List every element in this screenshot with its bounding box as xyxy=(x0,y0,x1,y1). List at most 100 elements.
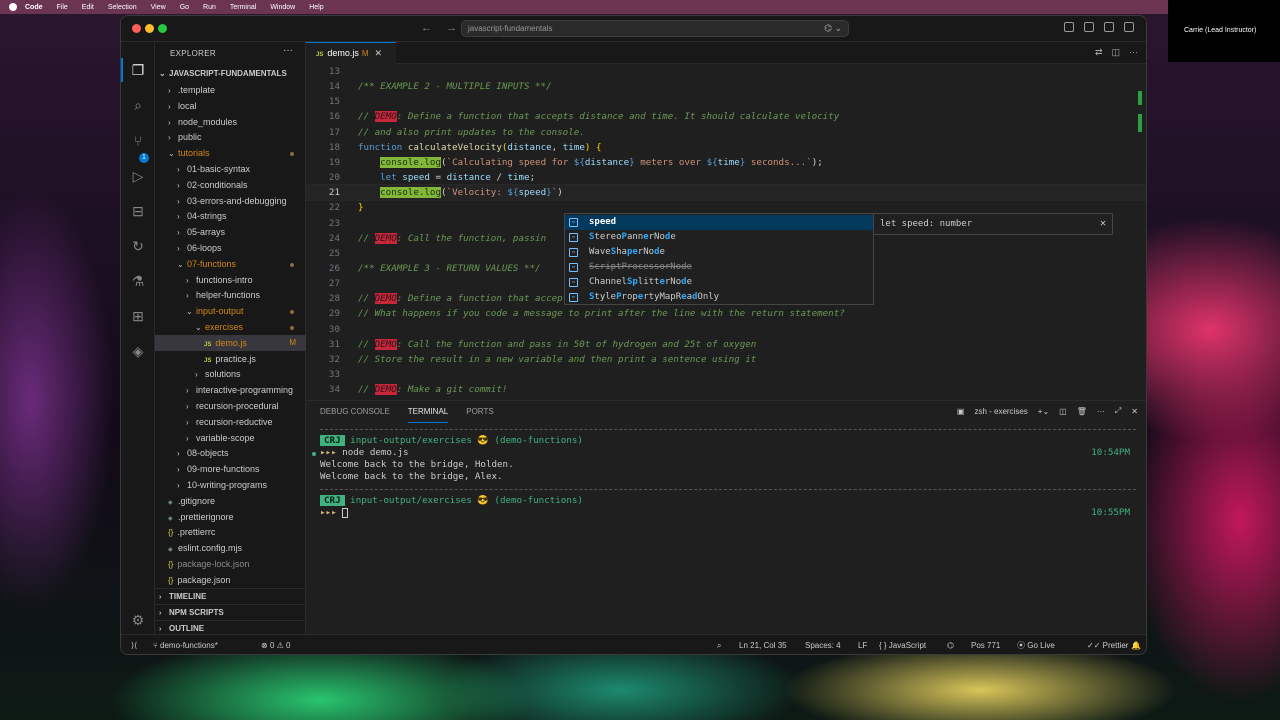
menu-window[interactable]: Window xyxy=(270,4,295,11)
menu-app[interactable]: Code xyxy=(25,4,43,11)
tab-ports[interactable]: PORTS xyxy=(466,401,493,423)
menu-terminal[interactable]: Terminal xyxy=(230,4,256,11)
tree-folder[interactable]: › node_modules xyxy=(155,114,306,130)
toggle-secondary-sidebar-icon[interactable] xyxy=(1104,22,1114,32)
tree-file[interactable]: JS demo.js M xyxy=(155,334,306,351)
tree-folder[interactable]: › .template xyxy=(155,82,306,98)
shell-name[interactable]: zsh - exercises xyxy=(974,407,1027,416)
run-debug-icon[interactable]: ▷ xyxy=(130,168,146,184)
close-tab-icon[interactable]: ✕ xyxy=(375,48,383,58)
terminal-input-line[interactable]: ▸▸▸ xyxy=(320,507,349,519)
close-window-button[interactable] xyxy=(132,24,141,33)
testing-icon[interactable]: ⚗ xyxy=(130,273,146,289)
menu-selection[interactable]: Selection xyxy=(108,4,137,11)
language-status[interactable]: { } JavaScript xyxy=(879,635,926,654)
tree-folder[interactable]: ⌄ exercises xyxy=(155,319,306,335)
menu-run[interactable]: Run xyxy=(203,4,216,11)
remote-icon[interactable]: ⟩⟨ xyxy=(131,635,137,654)
code-line[interactable]: 14 /** EXAMPLE 2 - MULTIPLE INPUTS **/ xyxy=(306,79,1146,94)
zoom-icon[interactable]: ⌕ xyxy=(717,635,721,654)
timeline-section[interactable]: › TIMELINE xyxy=(155,588,306,604)
tree-file[interactable]: ◆ .prettierignore xyxy=(155,509,306,525)
more-terminal-actions-icon[interactable]: ··· xyxy=(1097,407,1105,416)
menu-go[interactable]: Go xyxy=(180,4,189,11)
tree-file[interactable]: JS practice.js xyxy=(155,351,306,367)
code-line[interactable]: 20 let speed = distance / time; xyxy=(306,170,1146,185)
copilot-icon[interactable]: ⌬ ⌄ xyxy=(824,23,842,34)
toggle-sidebar-icon[interactable] xyxy=(1064,22,1074,32)
maximize-window-button[interactable] xyxy=(158,24,167,33)
split-editor-icon[interactable]: ◫ xyxy=(1111,47,1120,58)
prettier-status[interactable]: ✓✓ Prettier xyxy=(1087,635,1128,654)
tree-folder[interactable]: › interactive-programming xyxy=(155,382,306,398)
command-center-search[interactable]: javascript-fundamentals ⌬ ⌄ xyxy=(461,20,849,37)
tab-demo-js[interactable]: JS demo.js M ✕ xyxy=(306,42,396,64)
tree-folder[interactable]: › helper-functions xyxy=(155,287,306,303)
tab-debug-console[interactable]: DEBUG CONSOLE xyxy=(320,401,390,423)
code-line[interactable]: 31 // DEMO: Call the function and pass in… xyxy=(306,337,1146,352)
containers-icon[interactable]: ◈ xyxy=(130,343,146,359)
notifications-icon[interactable]: 🔔 xyxy=(1131,635,1141,654)
tree-file[interactable]: ◆ .gitignore xyxy=(155,493,306,509)
kill-terminal-icon[interactable]: 🗑 xyxy=(1077,407,1087,416)
menu-help[interactable]: Help xyxy=(309,4,323,11)
suggestion-item[interactable]: ▭ StylePropertyMapReadOnly xyxy=(565,290,873,305)
menu-edit[interactable]: Edit xyxy=(82,4,94,11)
tree-folder[interactable]: ⌄ input-output xyxy=(155,303,306,319)
go-live-status[interactable]: ⦿ Go Live xyxy=(1017,635,1055,654)
explorer-icon[interactable]: ❐ xyxy=(130,62,146,78)
cursor-position[interactable]: Ln 21, Col 35 xyxy=(739,635,787,654)
tree-file[interactable]: {} package-lock.json xyxy=(155,556,306,572)
tree-folder[interactable]: › 02-conditionals xyxy=(155,177,306,193)
new-terminal-icon[interactable]: +⌄ xyxy=(1038,407,1049,416)
autocomplete-widget[interactable]: ▭ speed ▭ StereoPannerNode ▭ WaveShaperNode ▭ S… xyxy=(564,213,874,305)
code-line[interactable]: 17 // and also print updates to the conso… xyxy=(306,125,1146,140)
tree-folder[interactable]: ⌄ tutorials xyxy=(155,145,306,161)
menu-view[interactable]: View xyxy=(151,4,166,11)
close-panel-icon[interactable]: ✕ xyxy=(1131,407,1138,416)
back-arrow-icon[interactable]: ← xyxy=(421,22,432,34)
code-line[interactable]: 21 console.log(`Velocity: ${speed}`) xyxy=(306,184,1146,202)
command-decoration-icon[interactable] xyxy=(312,452,316,456)
compare-changes-icon[interactable]: ⇄ xyxy=(1095,47,1103,58)
indentation-status[interactable]: Spaces: 4 xyxy=(805,635,841,654)
code-line[interactable]: 13 xyxy=(306,64,1146,79)
code-line[interactable]: 30 xyxy=(306,322,1146,337)
split-terminal-icon[interactable]: ◫ xyxy=(1059,407,1067,416)
tree-folder[interactable]: › public xyxy=(155,129,306,145)
apple-icon[interactable] xyxy=(9,3,17,11)
tree-folder[interactable]: › functions-intro xyxy=(155,272,306,288)
close-detail-icon[interactable]: ✕ xyxy=(1100,214,1106,234)
eol-status[interactable]: LF xyxy=(858,635,867,654)
code-line[interactable]: 33 xyxy=(306,367,1146,382)
tree-folder[interactable]: › variable-scope xyxy=(155,430,306,446)
tree-folder[interactable]: ⌄ 07-functions xyxy=(155,256,306,272)
settings-gear-icon[interactable]: ⚙ xyxy=(130,612,146,628)
tree-folder[interactable]: › 05-arrays xyxy=(155,224,306,240)
tree-file[interactable]: {} .prettierrc xyxy=(155,524,306,540)
code-line[interactable]: 34 // DEMO: Make a git commit! xyxy=(306,382,1146,397)
code-line[interactable]: 18 function calculateVelocity(distance, t… xyxy=(306,140,1146,155)
code-line[interactable]: 15 xyxy=(306,94,1146,109)
code-line[interactable]: 19 console.log(`Calculating speed for ${… xyxy=(306,155,1146,170)
tree-folder[interactable]: › 06-loops xyxy=(155,240,306,256)
tree-file[interactable]: ◆ eslint.config.mjs xyxy=(155,540,306,556)
tree-folder[interactable]: › 04-strings xyxy=(155,208,306,224)
offset-status[interactable]: Pos 771 xyxy=(971,635,1000,654)
tab-terminal[interactable]: TERMINAL xyxy=(407,401,449,423)
customize-layout-icon[interactable] xyxy=(1124,22,1134,32)
tree-folder[interactable]: › recursion-reductive xyxy=(155,414,306,430)
tree-folder[interactable]: › 09-more-functions xyxy=(155,461,306,477)
tree-folder[interactable]: › recursion-procedural xyxy=(155,398,306,414)
search-icon[interactable]: ⌕ xyxy=(130,97,146,113)
problems-status[interactable]: ⊗ 0 ⚠ 0 xyxy=(261,635,290,654)
branch-status[interactable]: ⑂ demo-functions* xyxy=(153,635,218,654)
tree-folder[interactable]: › 08-objects xyxy=(155,445,306,461)
copilot-status-icon[interactable]: ⌬ xyxy=(947,635,954,654)
tree-folder[interactable]: › solutions xyxy=(155,366,306,382)
code-line[interactable]: 16 // DEMO: Define a function that accept… xyxy=(306,109,1146,124)
suggestion-item[interactable]: ▭ speed xyxy=(565,215,873,230)
workspace-root[interactable]: ⌄ JAVASCRIPT-FUNDAMENTALS xyxy=(155,66,306,82)
extensions-icon[interactable]: ⊞ xyxy=(130,308,146,324)
forward-arrow-icon[interactable]: → xyxy=(446,22,457,34)
